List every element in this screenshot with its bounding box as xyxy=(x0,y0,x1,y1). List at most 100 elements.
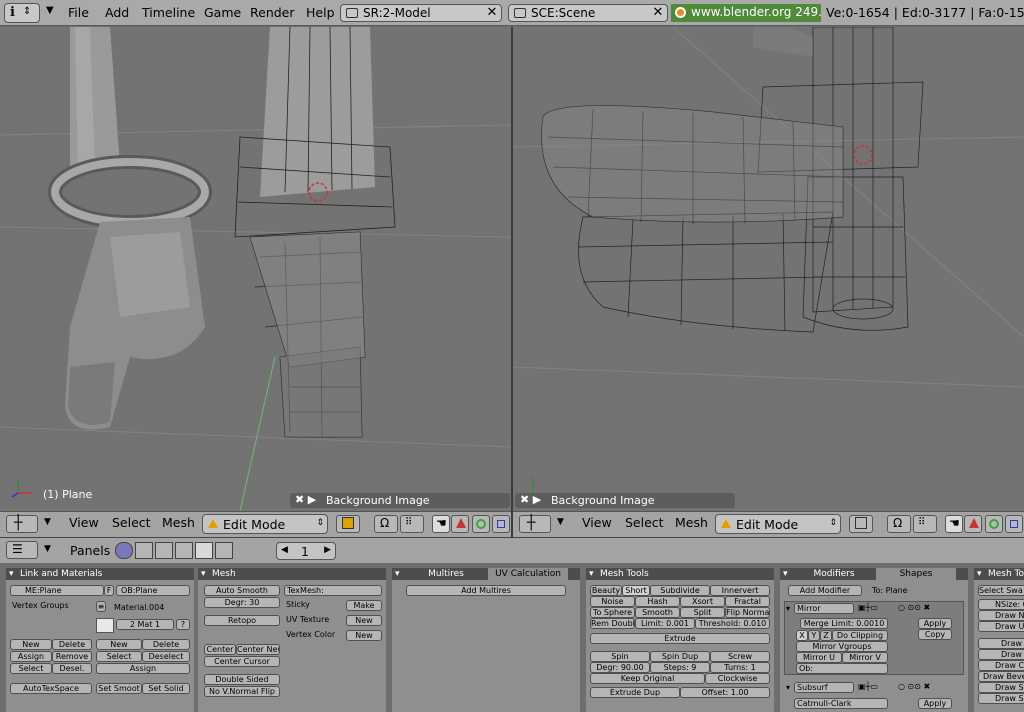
chevron-down-icon[interactable]: ▼ xyxy=(44,544,51,554)
clockwise-button[interactable]: Clockwise xyxy=(705,673,770,684)
mirror-object-field[interactable]: Ob: xyxy=(796,663,888,674)
vgroup-delete-button[interactable]: Delete xyxy=(52,639,92,650)
vertex-select-icon[interactable] xyxy=(492,515,510,533)
expand-icon[interactable]: ▾ xyxy=(786,604,790,614)
beauty-button[interactable]: Beauty xyxy=(590,585,622,596)
viewport-right[interactable] xyxy=(513,27,1024,511)
menu-select[interactable]: Select xyxy=(625,515,664,530)
subsurf-apply-button[interactable]: Apply xyxy=(918,698,952,709)
degr-field[interactable]: Degr: 90.00 xyxy=(590,662,650,673)
script-context-icon[interactable] xyxy=(135,542,153,559)
modifier-toggle-icons[interactable]: ▣┼▭ xyxy=(858,603,878,613)
do-clipping-button[interactable]: Do Clipping xyxy=(832,630,888,641)
set-smooth-button[interactable]: Set Smoot xyxy=(96,683,142,694)
screen-selector[interactable]: SR:2-Model ✕ xyxy=(340,4,502,22)
menu-add[interactable]: Add xyxy=(105,5,129,20)
menu-mesh[interactable]: Mesh xyxy=(162,515,195,530)
panel-title[interactable]: Mesh Too xyxy=(974,568,1024,580)
edge-select-icon[interactable] xyxy=(985,515,1003,533)
merge-limit-field[interactable]: Merge Limit: 0.0010 xyxy=(800,618,888,629)
copy-button[interactable]: Copy xyxy=(918,629,952,640)
threshold-field[interactable]: Threshold: 0.010 xyxy=(695,618,770,629)
xsort-button[interactable]: Xsort xyxy=(680,596,725,607)
modifier-toggle-icons[interactable]: ▣┼▭ xyxy=(858,682,878,692)
modifier-move-icons[interactable]: ○ ⊙⊙ ✖ xyxy=(898,682,930,692)
viewport-left[interactable] xyxy=(0,27,511,511)
editor-type-icon[interactable]: ┼ xyxy=(6,515,38,533)
face-select-icon[interactable] xyxy=(451,515,469,533)
material-new-button[interactable]: New xyxy=(96,639,142,650)
editor-type-icon[interactable]: ┼ xyxy=(519,515,551,533)
subsurf-type-field[interactable]: Catmull-Clark xyxy=(794,698,888,709)
rem-doubles-button[interactable]: Rem Doubl xyxy=(590,618,635,629)
draw-creases-button[interactable]: Draw Cr xyxy=(978,660,1024,671)
double-sided-button[interactable]: Double Sided xyxy=(204,674,280,685)
material-index-field[interactable]: 2 Mat 1 xyxy=(116,619,174,630)
menu-mesh[interactable]: Mesh xyxy=(675,515,708,530)
frame-field[interactable]: ◀ 1 ▶ xyxy=(276,542,336,560)
editing-context-icon[interactable] xyxy=(195,542,213,559)
tab-modifiers[interactable]: Modifiers xyxy=(794,568,874,580)
draw-uv-button[interactable]: Draw UV xyxy=(978,621,1024,632)
menu-view[interactable]: View xyxy=(69,515,99,530)
chevron-down-icon[interactable]: ▼ xyxy=(44,517,51,527)
material-assign-button[interactable]: Assign xyxy=(96,663,190,674)
center-cursor-button[interactable]: Center Cursor xyxy=(204,656,280,667)
to-sphere-button[interactable]: To Sphere xyxy=(590,607,635,618)
menu-collapse-icon[interactable]: ▼ xyxy=(46,5,54,16)
menu-timeline[interactable]: Timeline xyxy=(142,5,195,20)
magnet-icon[interactable]: Ω xyxy=(887,515,911,533)
object-context-icon[interactable] xyxy=(175,542,193,559)
uv-texture-new-button[interactable]: New xyxy=(346,615,382,626)
panel-title[interactable]: Link and Materials xyxy=(6,568,194,580)
background-image-panel[interactable]: ✖ ▶ Background Image xyxy=(515,493,735,508)
mirror-vgroups-button[interactable]: Mirror Vgroups xyxy=(796,641,888,652)
tab-multires[interactable]: Multires xyxy=(406,568,486,580)
subsurf-name-field[interactable]: Subsurf xyxy=(794,682,854,693)
offset-field[interactable]: Offset: 1.00 xyxy=(680,687,770,698)
apply-button[interactable]: Apply xyxy=(918,618,952,629)
menu-game[interactable]: Game xyxy=(204,5,241,20)
extrude-button[interactable]: Extrude xyxy=(590,633,770,644)
tab-shapes[interactable]: Shapes xyxy=(876,568,956,580)
spin-dup-button[interactable]: Spin Dup xyxy=(650,651,710,662)
material-menu-button[interactable]: ≡ xyxy=(96,601,106,612)
center-new-button[interactable]: Center New xyxy=(236,644,280,655)
vgroup-remove-button[interactable]: Remove xyxy=(52,651,92,662)
material-deselect-button[interactable]: Deselect xyxy=(142,651,190,662)
menu-help[interactable]: Help xyxy=(306,5,335,20)
editor-type-icon[interactable]: ☰ xyxy=(6,541,38,559)
draw-edges-button[interactable]: Draw E xyxy=(978,649,1024,660)
mode-selector[interactable]: Edit Mode ⇕ xyxy=(202,514,328,534)
viewport-divider[interactable] xyxy=(511,27,513,537)
mesh-datablock-field[interactable]: ME:Plane xyxy=(10,585,104,596)
subdivide-button[interactable]: Subdivide xyxy=(650,585,710,596)
material-delete-button[interactable]: Delete xyxy=(142,639,190,650)
mirror-y-button[interactable]: Y xyxy=(808,630,820,641)
mirror-z-button[interactable]: Z xyxy=(820,630,832,641)
smooth-button[interactable]: Smooth xyxy=(635,607,680,618)
autotexspace-button[interactable]: AutoTexSpace xyxy=(10,683,92,694)
noise-button[interactable]: Noise xyxy=(590,596,635,607)
expand-icon[interactable]: ▾ xyxy=(786,683,790,693)
scene-selector[interactable]: SCE:Scene ✕ xyxy=(508,4,668,22)
turns-field[interactable]: Turns: 1 xyxy=(710,662,770,673)
close-icon[interactable]: ✖ ▶ xyxy=(295,493,316,506)
face-select-icon[interactable] xyxy=(964,515,982,533)
center-button[interactable]: Center xyxy=(204,644,236,655)
background-image-panel[interactable]: ✖ ▶ Background Image xyxy=(290,493,510,508)
menu-select[interactable]: Select xyxy=(112,515,151,530)
extrude-dup-button[interactable]: Extrude Dup xyxy=(590,687,680,698)
draw-type-icon[interactable] xyxy=(336,515,360,533)
draw-normals-button[interactable]: Draw No xyxy=(978,610,1024,621)
vgroup-assign-button[interactable]: Assign xyxy=(10,651,52,662)
draw-bevel-button[interactable]: Draw Beve xyxy=(978,671,1024,682)
add-multires-button[interactable]: Add Multires xyxy=(406,585,566,596)
auto-smooth-button[interactable]: Auto Smooth xyxy=(204,585,280,596)
edge-select-icon[interactable] xyxy=(472,515,490,533)
layers-icon[interactable]: ⠿ xyxy=(400,515,424,533)
object-datablock-field[interactable]: OB:Plane xyxy=(116,585,190,596)
degr-field[interactable]: Degr: 30 xyxy=(204,597,280,608)
site-link[interactable]: www.blender.org 249.2 xyxy=(671,4,821,22)
magnet-icon[interactable]: Ω xyxy=(374,515,398,533)
